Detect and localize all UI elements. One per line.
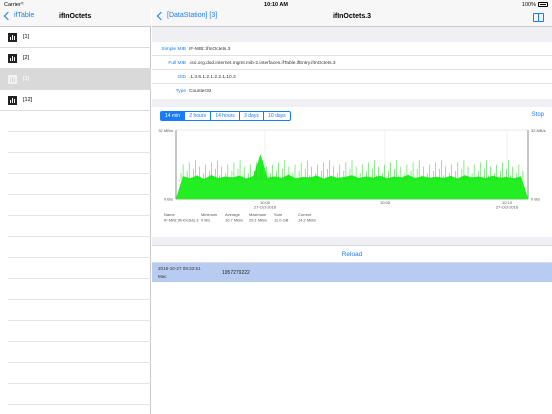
info-key: Full MIB (168, 60, 186, 66)
latest-value-row[interactable]: 2016-10-27 09:32:51 Mac 1957279222 (152, 263, 552, 282)
app-root: Carrier ≈ 10:10 AM 100% ifTable ifInOcte… (0, 0, 552, 414)
list-item[interactable]: [3] (0, 69, 151, 90)
empty-row (8, 111, 151, 132)
y-tick-label-left: 32 MB/s (158, 128, 173, 133)
empty-area (152, 282, 552, 414)
back-button-iftable[interactable]: ifTable (3, 11, 35, 20)
empty-row (8, 363, 151, 384)
reload-button[interactable]: Reload (152, 245, 552, 263)
list-item-label: [2] (23, 55, 30, 61)
value-format: Mac (158, 274, 167, 279)
legend-value: IF-MIB::ifInOctets.3 (164, 218, 199, 223)
info-value: .1.3.6.1.2.1.2.2.1.10.3 (189, 74, 236, 80)
chart-bars-icon (8, 95, 17, 105)
empty-row (8, 153, 151, 174)
empty-row (8, 132, 151, 153)
status-bar: Carrier ≈ 10:10 AM 100% (0, 0, 552, 9)
x-tick-date: 27-Oct-2016 (254, 205, 277, 210)
info-value: IF-MIB::ifInOctets.3 (189, 46, 231, 52)
chevron-left-icon (3, 11, 13, 20)
legend-header: Maximum (249, 212, 267, 217)
list-item-label: [12] (23, 97, 33, 103)
y-tick-label-right: 0 B/s (531, 197, 540, 202)
mib-info-section: Simple MIB IF-MIB::ifInOctets.3 Full MIB… (152, 42, 552, 99)
info-key: OID (177, 74, 186, 80)
info-value: Counter32 (189, 88, 212, 94)
empty-row (8, 342, 151, 363)
value-number: 1957279222 (222, 270, 250, 276)
battery-percent: 100% (521, 1, 536, 8)
legend-header: Minimum (201, 212, 218, 217)
info-row-oid: OID .1.3.6.1.2.1.2.2.1.10.3 (152, 70, 552, 84)
empty-row (8, 384, 151, 405)
chart-bars-icon (8, 53, 17, 63)
list-item[interactable]: [12] (0, 90, 151, 111)
y-tick-label-left: 0 B/s (164, 197, 173, 202)
x-tick-label: 10:05 (380, 200, 391, 205)
info-row-full-mib: Full MIB .iso.org.dod.internet.mgmt.mib-… (152, 56, 552, 70)
legend-header: Current (298, 212, 312, 217)
empty-row (8, 237, 151, 258)
value-timestamp: 2016-10-27 09:32:51 (158, 266, 201, 271)
empty-row (8, 216, 151, 237)
left-nav-title: ifInOctets (59, 13, 92, 20)
clock: 10:10 AM (264, 1, 288, 8)
empty-row (8, 195, 151, 216)
legend-value: 10.7 MB/s (225, 218, 243, 223)
traffic-chart: 32 MB/s0 B/s32 MB/s0 B/s10:0027-Oct-2016… (158, 128, 546, 223)
x-tick-date: 27-Oct-2016 (496, 205, 519, 210)
back-button-label: ifTable (14, 12, 35, 19)
y-tick-label-right: 32 MB/s (531, 128, 546, 133)
empty-row (8, 174, 151, 195)
legend-value: 11.0 GB (274, 218, 289, 223)
chart-bars-icon (8, 32, 17, 42)
left-navbar: ifTable ifInOctets (0, 9, 151, 27)
bookmark-icon[interactable] (533, 13, 544, 22)
list-item[interactable]: [1] (0, 27, 151, 48)
legend-header: Average (225, 212, 241, 217)
info-value: .iso.org.dod.internet.mgmt.mib-2.interfa… (189, 60, 336, 66)
chart-bars-icon (8, 74, 17, 84)
master-pane: ifTable ifInOctets [1] [2] [3] [12] (0, 9, 151, 414)
legend-value: 14.2 MB/s (298, 218, 316, 223)
right-navbar: [DataStation] [3] ifInOctets.3 (152, 9, 552, 27)
legend-header: Sum (274, 212, 283, 217)
info-key: Type (175, 88, 186, 94)
empty-row (8, 279, 151, 300)
empty-row (8, 300, 151, 321)
legend-value: 29.1 MB/s (249, 218, 267, 223)
instance-list: [1] [2] [3] [12] (0, 27, 151, 405)
legend-value: 0 B/s (201, 218, 210, 223)
list-item[interactable]: [2] (0, 48, 151, 69)
empty-row (8, 321, 151, 342)
empty-row (8, 258, 151, 279)
info-row-simple-mib: Simple MIB IF-MIB::ifInOctets.3 (152, 42, 552, 56)
legend-header: Name (164, 212, 175, 217)
battery-icon (538, 2, 548, 7)
right-nav-title: ifInOctets.3 (332, 13, 372, 20)
list-item-label: [3] (23, 76, 30, 82)
chart-panel: 14 min 2 hours 14 hours 3 days 10 days Stop … (152, 107, 552, 237)
info-row-type: Type Counter32 (152, 84, 552, 98)
detail-pane: [DataStation] [3] ifInOctets.3 Simple MI… (152, 9, 552, 414)
list-item-label: [1] (23, 34, 30, 40)
info-key: Simple MIB (161, 46, 186, 52)
